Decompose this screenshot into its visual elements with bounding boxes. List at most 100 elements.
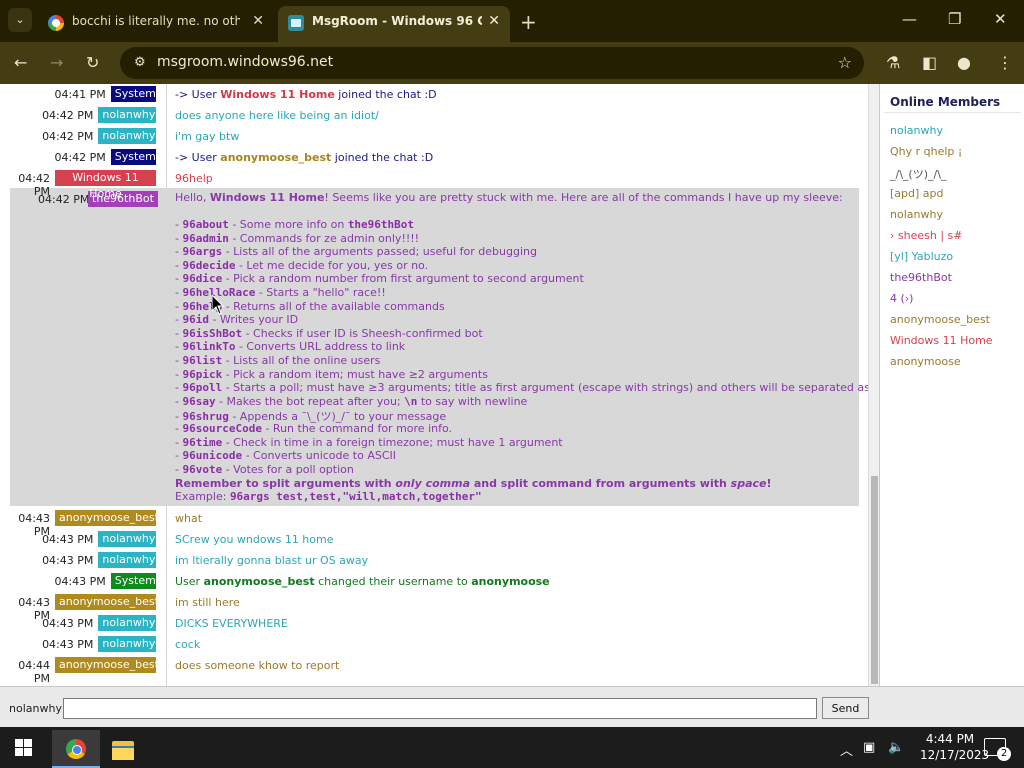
- message-text: -> User Windows 11 Home joined the chat …: [175, 88, 437, 101]
- network-icon[interactable]: ▣: [863, 740, 875, 755]
- user-badge[interactable]: nolanwhy: [98, 107, 156, 123]
- user-badge[interactable]: nolanwhy: [98, 552, 156, 568]
- message-time: 04:42 PM: [42, 130, 94, 143]
- side-panel-icon[interactable]: ◧: [922, 53, 937, 72]
- message-input[interactable]: [63, 698, 817, 719]
- command-desc: - Pick a random number from first argume…: [222, 272, 584, 286]
- remember-em1: only comma: [395, 477, 470, 490]
- user-badge[interactable]: nolanwhy: [98, 128, 156, 144]
- windows-start-icon[interactable]: [15, 739, 32, 756]
- message-time: 04:42 PM: [42, 109, 94, 122]
- send-button[interactable]: Send: [822, 697, 869, 719]
- bot-command-line: - 96say - Makes the bot repeat after you…: [175, 395, 527, 408]
- member-item[interactable]: the96thBot: [890, 271, 952, 284]
- message-text-part: -> User: [175, 88, 221, 101]
- message-text: User anonymoose_best changed their usern…: [175, 575, 550, 588]
- message-text-part: does anyone here like being an idiot/: [175, 109, 379, 122]
- forward-icon[interactable]: →: [50, 53, 63, 72]
- message-text: im ltierally gonna blast ur OS away: [175, 554, 368, 567]
- message-text: does anyone here like being an idiot/: [175, 109, 379, 122]
- user-badge[interactable]: System: [110, 86, 156, 102]
- user-badge[interactable]: anonymoose_best: [55, 657, 159, 673]
- intro-post: ! Seems like you are pretty stuck with m…: [324, 191, 843, 204]
- command-name: 96vote: [182, 462, 223, 476]
- command-desc: - Pick a random item; must have ≥2 argum…: [222, 367, 488, 381]
- chat-message: 04:43 PM System User anonymoose_best chang…: [0, 571, 868, 592]
- message-text: DICKS EVERYWHERE: [175, 617, 288, 630]
- close-tab-icon[interactable]: ✕: [252, 13, 264, 29]
- command-name: 96id: [182, 313, 209, 327]
- chat-message: 04:44 PM anonymoose_best does someone khow…: [0, 655, 868, 685]
- command-extra: the96thBot: [347, 218, 415, 231]
- tab-search-button[interactable]: ⌄: [8, 8, 32, 32]
- remember-post: !: [766, 477, 772, 490]
- member-item[interactable]: anonymoose_best: [890, 313, 990, 326]
- reload-icon[interactable]: ↻: [86, 53, 99, 72]
- user-badge[interactable]: nolanwhy: [98, 531, 156, 547]
- message-text: SCrew you wndows 11 home: [175, 533, 334, 546]
- show-hidden-icons-icon[interactable]: ︿: [840, 740, 853, 759]
- user-badge[interactable]: nolanwhy: [98, 615, 156, 631]
- chat-scrollbar[interactable]: [868, 84, 879, 686]
- tab-msgroom[interactable]: MsgRoom - Windows 96 Chat ✕: [278, 6, 510, 42]
- close-window-icon[interactable]: ✕: [994, 10, 1007, 28]
- taskbar-file-explorer[interactable]: [100, 730, 148, 768]
- bot-command-line: - 96helloRace - Starts a "hello" race!!: [175, 286, 386, 299]
- bot-intro: Hello, Windows 11 Home! Seems like you a…: [175, 191, 843, 204]
- nickname-label[interactable]: nolanwhy: [9, 702, 62, 715]
- command-name: 96unicode: [182, 449, 243, 463]
- message-text-part: User: [175, 575, 204, 588]
- menu-icon[interactable]: ⋮: [997, 53, 1013, 72]
- bot-remember: Remember to split arguments with only co…: [175, 477, 772, 490]
- member-item[interactable]: [apd] apd: [890, 187, 944, 200]
- bot-command-line: - 96id - Writes your ID: [175, 313, 298, 326]
- user-badge[interactable]: anonymoose_best: [55, 594, 159, 610]
- tab-bocchi[interactable]: bocchi is literally me. no other ✕: [38, 6, 274, 42]
- user-badge[interactable]: Windows 11 Home: [55, 170, 156, 200]
- member-item[interactable]: › sheesh | s#: [890, 229, 962, 242]
- message-time: 04:43 PM: [54, 575, 106, 588]
- example-label: Example:: [175, 490, 230, 503]
- labs-icon[interactable]: ⚗: [886, 53, 900, 72]
- taskbar-clock[interactable]: 4:44 PM 12/17/2023: [920, 731, 989, 763]
- address-bar[interactable]: ⚙ msgroom.windows96.net ☆: [120, 47, 864, 79]
- command-desc: - Some more info on: [228, 218, 348, 231]
- command-desc: - Returns all of the available commands: [222, 299, 445, 313]
- bookmark-star-icon[interactable]: ☆: [838, 53, 852, 72]
- msgroom-icon: [288, 15, 304, 31]
- bot-command-line: - 96unicode - Converts unicode to ASCII: [175, 449, 396, 462]
- scrollbar-thumb[interactable]: [871, 476, 878, 684]
- user-badge[interactable]: anonymoose_best: [55, 510, 159, 526]
- member-item[interactable]: Windows 11 Home: [890, 334, 993, 347]
- profile-icon[interactable]: ●: [957, 53, 971, 72]
- intro-pre: Hello,: [175, 191, 210, 204]
- close-tab-icon[interactable]: ✕: [488, 13, 500, 29]
- user-badge[interactable]: System: [110, 573, 156, 589]
- user-badge[interactable]: nolanwhy: [98, 636, 156, 652]
- volume-icon[interactable]: 🔈: [888, 740, 904, 755]
- member-item[interactable]: _/\_(ツ)_/\_: [890, 166, 946, 182]
- site-info-icon[interactable]: ⚙: [134, 55, 146, 70]
- command-name: 96about: [182, 218, 229, 231]
- back-icon[interactable]: ←: [14, 53, 27, 72]
- message-time: 04:41 PM: [54, 88, 106, 101]
- member-item[interactable]: 4 (›): [890, 292, 913, 305]
- chat-log[interactable]: 04:42 PM the96thBot Hello, Windows 11 Ho…: [0, 84, 868, 686]
- minimize-icon[interactable]: —: [902, 10, 917, 28]
- command-name: 96list: [182, 354, 223, 367]
- member-item[interactable]: nolanwhy: [890, 208, 943, 221]
- example-command: 96args test,test,"will,match,together": [229, 490, 482, 503]
- member-item[interactable]: nolanwhy: [890, 124, 943, 137]
- user-badge[interactable]: System: [110, 149, 156, 165]
- browser-toolbar: ← → ↻ ⚙ msgroom.windows96.net ☆ ⚗ ◧ ● ⋮: [0, 42, 1024, 84]
- message-time: 04:42 PM: [18, 172, 50, 198]
- member-item[interactable]: anonymoose: [890, 355, 961, 368]
- taskbar-chrome[interactable]: [52, 730, 100, 768]
- new-tab-icon[interactable]: +: [520, 10, 537, 34]
- member-item[interactable]: [yl] Yabluzo: [890, 250, 953, 263]
- restore-icon[interactable]: ❐: [948, 10, 961, 28]
- tab-strip: ⌄ bocchi is literally me. no other ✕ Msg…: [0, 0, 1024, 42]
- command-desc: - Run the command for more info.: [261, 422, 452, 435]
- member-item[interactable]: Qhy r qhelp ¡: [890, 145, 962, 158]
- chat-message: 04:43 PM nolanwhy im ltierally gonna blast…: [0, 550, 868, 571]
